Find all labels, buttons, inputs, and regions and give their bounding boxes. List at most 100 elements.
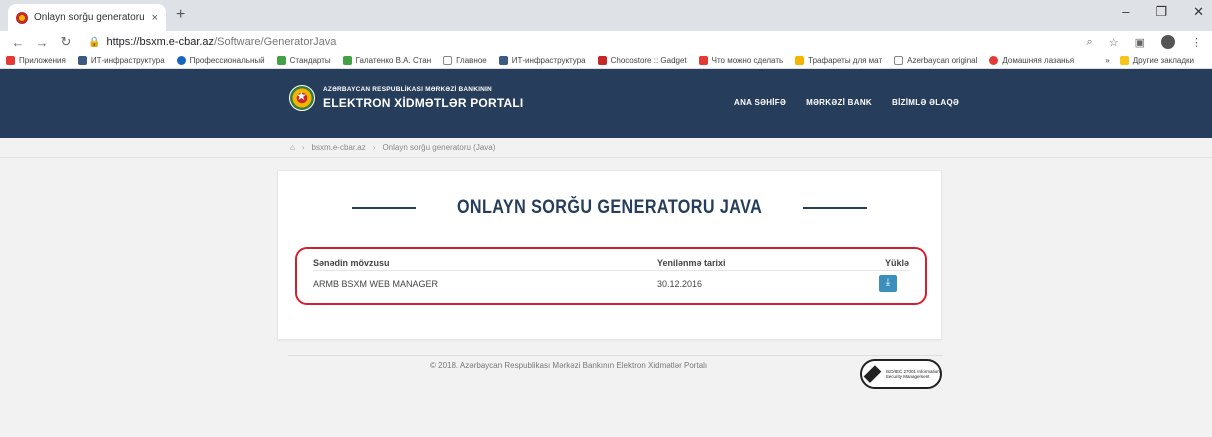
bookmark-item[interactable]: Домашняя лазанья: [989, 56, 1074, 65]
bookmark-icon: [989, 56, 999, 65]
other-bookmarks-label: Другие закладки: [1132, 56, 1194, 65]
bookmark-item[interactable]: Стандарты: [276, 56, 331, 65]
bookmark-label: Галатенко В.А. Стан: [355, 56, 432, 65]
bookmark-item[interactable]: ИТ-инфраструктура: [77, 56, 165, 65]
forward-arrow-icon[interactable]: →: [34, 35, 50, 50]
menu-item-home[interactable]: ANA SƏHİFƏ: [734, 98, 786, 107]
bookmarks-right: » Другие закладки: [1105, 56, 1206, 65]
bookmark-item[interactable]: Главное: [443, 56, 487, 65]
footer-copyright: © 2018. Azərbaycan Respublikası Mərkəzi …: [430, 361, 708, 370]
documents-table: Sənədin mövzusu Yenilənmə tarixi Yüklə A…: [295, 247, 927, 305]
url-path: /Software/GeneratorJava: [214, 36, 337, 48]
title-rule-left: [351, 207, 416, 209]
toolbar-actions: ⌕ ☆ ▣ ⋮: [1087, 35, 1202, 49]
logo-line2: ELEKTRON XİDMƏTLƏR PORTALI: [323, 96, 524, 110]
page-title: ONLAYN SORĞU GENERATORU JAVA: [456, 197, 763, 218]
back-arrow-icon[interactable]: ←: [10, 35, 26, 50]
close-window-button[interactable]: ✕: [1193, 4, 1204, 20]
bookmark-icon: [276, 56, 286, 65]
bookmarks-more-icon[interactable]: »: [1105, 56, 1109, 65]
column-header-date: Yenilənmə tarixi: [657, 257, 726, 268]
bookmark-item[interactable]: Профессиональный: [176, 56, 265, 65]
browser-tab-strip: Onlayn sorğu generatoru (Java) × + – ❐ ✕: [0, 0, 1212, 31]
tab-close-icon[interactable]: ×: [152, 12, 158, 24]
bookmark-label: Главное: [456, 56, 487, 65]
bookmark-label: Трафареты для мат: [808, 56, 883, 65]
bookmark-icon: [698, 56, 708, 65]
table-header: Sənədin mövzusu Yenilənmə tarixi Yüklə: [313, 255, 909, 271]
title-rule-right: [803, 207, 868, 209]
breadcrumb-item-current: Onlayn sorğu generatoru (Java): [382, 143, 496, 152]
star-icon[interactable]: ☆: [1109, 36, 1119, 49]
badge-text: ISO/IEC 27001 Information Security Manag…: [885, 369, 940, 379]
bookmark-icon: [6, 56, 15, 65]
bookmark-icon: [443, 56, 453, 65]
home-icon[interactable]: ⌂: [290, 143, 295, 152]
bookmark-item[interactable]: Azerbaycan original: [894, 56, 977, 65]
tab-title: Onlayn sorğu generatoru (Java): [34, 12, 148, 23]
lock-icon[interactable]: 🔒: [88, 37, 100, 48]
download-icon: ⤓: [885, 276, 891, 288]
bookmark-item[interactable]: Галатенко В.А. Стан: [342, 56, 432, 65]
other-bookmarks[interactable]: Другие закладки: [1119, 56, 1194, 65]
breadcrumb-separator: ›: [301, 143, 305, 152]
bookmark-label: Стандарты: [289, 56, 331, 65]
browser-menu-icon[interactable]: ⋮: [1191, 36, 1202, 49]
cell-topic: ARMB BSXM WEB MANAGER: [313, 279, 439, 289]
bookmark-icon: [342, 56, 352, 65]
browser-tab[interactable]: Onlayn sorğu generatoru (Java) ×: [8, 4, 166, 31]
bookmark-label: Azerbaycan original: [907, 56, 978, 65]
logo-line1: AZƏRBAYCAN RESPUBLİKASI MƏRKƏZİ BANKININ: [323, 86, 492, 93]
minimize-button[interactable]: –: [1122, 4, 1129, 20]
bookmark-icon: [795, 56, 805, 65]
bookmark-icon: [597, 56, 607, 65]
address-bar-row: ← → ↻ 🔒 https://bsxm.e-cbar.az/Software/…: [0, 31, 1212, 53]
bookmark-label: Приложения: [19, 56, 66, 65]
reload-icon[interactable]: ↻: [58, 34, 74, 50]
bookmark-icon: [894, 56, 904, 65]
bookmarks-bar: Приложения ИТ-инфраструктура Профессиона…: [0, 53, 1212, 69]
zoom-icon[interactable]: ⌕: [1087, 36, 1093, 49]
column-header-topic: Sənədin mövzusu: [313, 257, 390, 268]
bookmark-item[interactable]: Трафареты для мат: [795, 56, 882, 65]
bookmark-icon: [176, 56, 186, 65]
bookmark-label: ИТ-инфраструктура: [511, 56, 586, 65]
download-button[interactable]: ⤓: [879, 274, 897, 292]
menu-item-central-bank[interactable]: MƏRKƏZİ BANK: [806, 98, 872, 107]
table-row: ARMB BSXM WEB MANAGER 30.12.2016 ⤓: [313, 271, 909, 297]
maximize-button[interactable]: ❐: [1155, 4, 1167, 20]
column-header-download: Yüklə: [884, 257, 909, 268]
content-card: ONLAYN SORĞU GENERATORU JAVA Sənədin möv…: [277, 170, 942, 340]
menu-item-contact[interactable]: BİZİMLƏ ƏLAQƏ: [892, 98, 959, 107]
bookmark-label: Chocostore :: Gadget: [610, 56, 687, 65]
footer-divider: [288, 355, 943, 356]
breadcrumb: ⌂ › bsxm.e-cbar.az › Onlayn sorğu genera…: [0, 138, 1212, 158]
bsi-certification-badge: ISO/IEC 27001 Information Security Manag…: [860, 359, 942, 389]
cell-download: ⤓: [857, 274, 909, 294]
breadcrumb-item-site[interactable]: bsxm.e-cbar.az: [312, 143, 366, 152]
site-logo[interactable]: AZƏRBAYCAN RESPUBLİKASI MƏRKƏZİ BANKININ…: [289, 85, 523, 111]
emblem-icon: [289, 85, 315, 111]
bookmark-item[interactable]: Что можно сделать: [698, 56, 784, 65]
window-controls: – ❐ ✕: [1122, 4, 1204, 20]
address-bar-url[interactable]: https://bsxm.e-cbar.az/Software/Generato…: [106, 36, 336, 48]
site-favicon-icon: [16, 11, 28, 24]
bookmark-label: Что можно сделать: [711, 56, 784, 65]
extension-icon[interactable]: ▣: [1135, 36, 1145, 49]
main-menu: ANA SƏHİFƏ MƏRKƏZİ BANK BİZİMLƏ ƏLAQƏ: [734, 98, 959, 107]
url-host: https://bsxm.e-cbar.az: [106, 36, 215, 48]
bookmark-label: Профессиональный: [189, 56, 265, 65]
bookmark-icon: [77, 56, 87, 65]
site-header: AZƏRBAYCAN RESPUBLİKASI MƏRKƏZİ BANKININ…: [0, 69, 1212, 138]
folder-icon: [1119, 56, 1129, 65]
bookmark-item[interactable]: Chocostore :: Gadget: [597, 56, 687, 65]
profile-avatar[interactable]: [1161, 35, 1175, 49]
bookmark-item[interactable]: Приложения: [6, 56, 66, 65]
cell-date: 30.12.2016: [657, 279, 703, 289]
breadcrumb-separator: ›: [372, 143, 376, 152]
page-title-block: ONLAYN SORĞU GENERATORU JAVA: [278, 197, 941, 219]
new-tab-button[interactable]: +: [176, 6, 185, 24]
logo-text: AZƏRBAYCAN RESPUBLİKASI MƏRKƏZİ BANKININ…: [323, 86, 523, 110]
bookmark-icon: [498, 56, 508, 65]
bookmark-item[interactable]: ИТ-инфраструктура: [498, 56, 586, 65]
